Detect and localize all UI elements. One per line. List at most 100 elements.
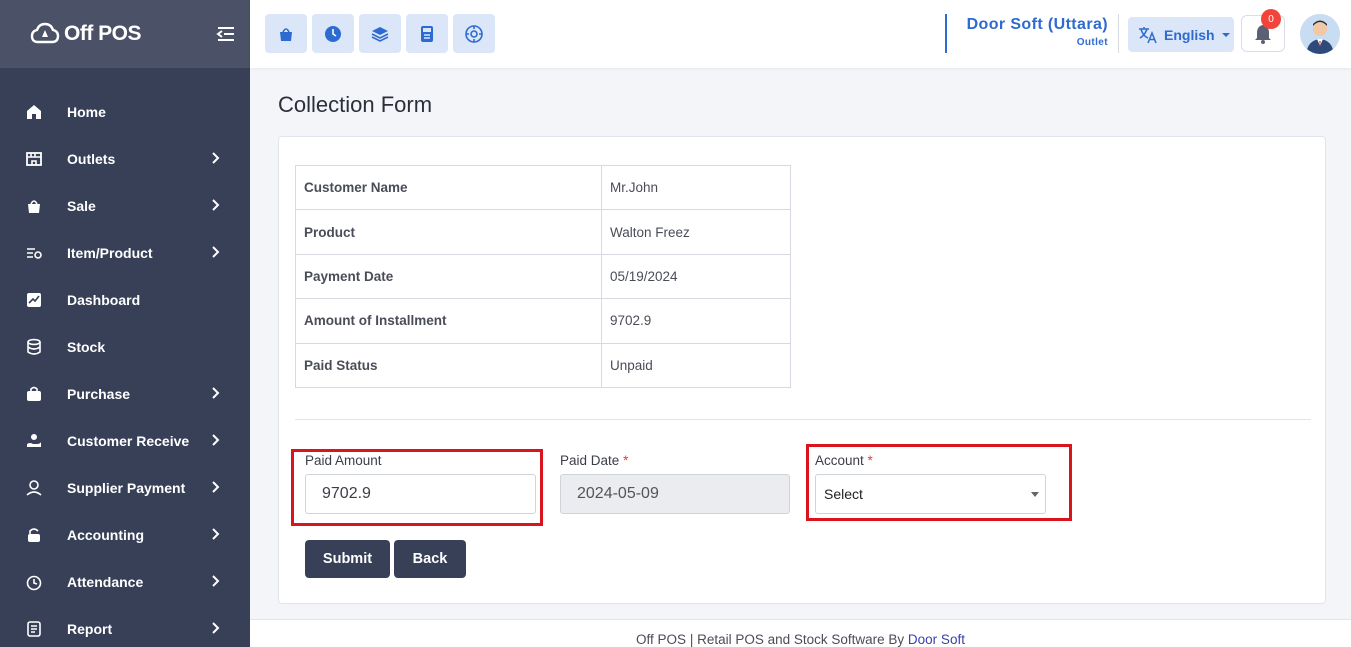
outlet-selector[interactable]: Door Soft (Uttara) Outlet bbox=[945, 14, 1110, 53]
quick-layers-button[interactable] bbox=[359, 14, 401, 53]
header-divider bbox=[1118, 14, 1119, 53]
collection-form-card: Customer Name Mr.John Product Walton Fre… bbox=[278, 136, 1326, 604]
sidebar: Off POS Home Outlets Sale Item/Product D… bbox=[0, 0, 250, 647]
section-divider bbox=[295, 419, 1311, 420]
required-mark: * bbox=[867, 453, 873, 468]
row-value: Walton Freez bbox=[601, 209, 791, 255]
sidebar-item-label: Outlets bbox=[67, 150, 116, 167]
language-dropdown[interactable]: English bbox=[1128, 17, 1234, 52]
row-label: Customer Name bbox=[295, 164, 602, 211]
notification-badge: 0 bbox=[1261, 9, 1281, 29]
account-label-text: Account bbox=[815, 453, 864, 468]
account-label: Account * bbox=[815, 453, 873, 468]
bag-icon bbox=[24, 384, 44, 404]
sidebar-item-label: Customer Receive bbox=[67, 432, 190, 449]
language-label: English bbox=[1164, 26, 1215, 43]
supplier-icon bbox=[24, 478, 44, 498]
dashboard-icon bbox=[465, 24, 483, 43]
brand-logo[interactable]: Off POS bbox=[30, 22, 142, 46]
avatar[interactable] bbox=[1300, 14, 1340, 54]
paid-amount-label-text: Paid Amount bbox=[305, 453, 382, 468]
footer-text: Off POS | Retail POS and Stock Software … bbox=[636, 632, 908, 647]
row-label: Paid Status bbox=[295, 342, 602, 388]
account-selected-value: Select bbox=[824, 486, 863, 502]
sidebar-item-customer-receive[interactable]: Customer Receive bbox=[0, 417, 250, 464]
sidebar-item-label: Stock bbox=[67, 338, 106, 355]
footer-link[interactable]: Door Soft bbox=[908, 632, 965, 647]
chevron-right-icon bbox=[212, 622, 220, 634]
outlet-subtitle: Outlet bbox=[1076, 37, 1108, 48]
sidebar-item-label: Purchase bbox=[67, 385, 131, 402]
sidebar-item-label: Attendance bbox=[67, 573, 144, 590]
sidebar-item-report[interactable]: Report bbox=[0, 605, 250, 647]
chart-icon bbox=[24, 290, 44, 310]
paid-amount-input[interactable]: 9702.9 bbox=[305, 474, 536, 514]
chevron-right-icon bbox=[212, 152, 220, 164]
required-mark: * bbox=[623, 453, 629, 468]
row-label: Product bbox=[295, 209, 602, 255]
clock-icon bbox=[24, 572, 44, 592]
cloud-logo-icon bbox=[30, 22, 60, 44]
submit-button[interactable]: Submit bbox=[305, 540, 390, 578]
row-label: Payment Date bbox=[295, 253, 602, 300]
paid-date-input[interactable]: 2024-05-09 bbox=[560, 474, 790, 514]
sidebar-item-dashboard[interactable]: Dashboard bbox=[0, 276, 250, 323]
sidebar-nav: Home Outlets Sale Item/Product Dashboard… bbox=[0, 68, 250, 647]
chevron-right-icon bbox=[212, 481, 220, 493]
sidebar-item-label: Dashboard bbox=[67, 291, 141, 308]
quick-attendance-button[interactable] bbox=[312, 14, 354, 53]
chevron-right-icon bbox=[212, 199, 220, 211]
basket-icon bbox=[24, 196, 44, 216]
sidebar-item-label: Sale bbox=[67, 197, 96, 214]
menu-collapse-icon[interactable] bbox=[216, 24, 236, 44]
top-header: Door Soft (Uttara) Outlet English 0 bbox=[250, 0, 1351, 68]
caret-down-icon bbox=[1221, 32, 1230, 37]
database-icon bbox=[24, 337, 44, 357]
page-title: Collection Form bbox=[278, 92, 433, 117]
row-value: Mr.John bbox=[601, 164, 791, 211]
sidebar-item-stock[interactable]: Stock bbox=[0, 323, 250, 370]
quick-sale-button[interactable] bbox=[265, 14, 307, 53]
table-row: Customer Name Mr.John bbox=[295, 164, 791, 211]
footer: Off POS | Retail POS and Stock Software … bbox=[250, 619, 1351, 647]
sidebar-item-label: Item/Product bbox=[67, 244, 153, 261]
sidebar-item-outlets[interactable]: Outlets bbox=[0, 135, 250, 182]
chevron-right-icon bbox=[212, 575, 220, 587]
lock-icon bbox=[24, 525, 44, 545]
sidebar-item-sale[interactable]: Sale bbox=[0, 182, 250, 229]
clock-icon bbox=[325, 25, 341, 42]
sidebar-item-attendance[interactable]: Attendance bbox=[0, 558, 250, 605]
translate-icon bbox=[1139, 26, 1157, 43]
paid-date-label-text: Paid Date bbox=[560, 453, 620, 468]
outlet-name: Door Soft (Uttara) bbox=[966, 16, 1108, 33]
chevron-right-icon bbox=[212, 434, 220, 446]
account-select[interactable]: Select bbox=[815, 474, 1046, 514]
table-row: Paid Status Unpaid bbox=[295, 342, 791, 388]
chevron-right-icon bbox=[212, 246, 220, 258]
list-icon bbox=[24, 243, 44, 263]
row-value: 9702.9 bbox=[601, 298, 791, 344]
chevron-right-icon bbox=[212, 528, 220, 540]
sidebar-item-purchase[interactable]: Purchase bbox=[0, 370, 250, 417]
table-row: Payment Date 05/19/2024 bbox=[295, 253, 791, 300]
sidebar-item-home[interactable]: Home bbox=[0, 88, 250, 135]
sidebar-item-label: Report bbox=[67, 620, 113, 637]
report-icon bbox=[24, 619, 44, 639]
brand-name: Off POS bbox=[64, 22, 142, 45]
quick-calculator-button[interactable] bbox=[406, 14, 448, 53]
store-icon bbox=[24, 149, 44, 169]
sidebar-item-label: Accounting bbox=[67, 526, 144, 543]
sidebar-item-label: Supplier Payment bbox=[67, 479, 186, 496]
sidebar-item-accounting[interactable]: Accounting bbox=[0, 511, 250, 558]
row-label: Amount of Installment bbox=[295, 298, 602, 344]
paid-date-value: 2024-05-09 bbox=[577, 485, 659, 502]
sidebar-item-label: Home bbox=[67, 103, 106, 120]
installment-info-table: Customer Name Mr.John Product Walton Fre… bbox=[295, 164, 791, 388]
calculator-icon bbox=[421, 25, 433, 42]
back-button[interactable]: Back bbox=[394, 540, 466, 578]
sidebar-item-item-product[interactable]: Item/Product bbox=[0, 229, 250, 276]
home-icon bbox=[24, 102, 44, 122]
sidebar-item-supplier-payment[interactable]: Supplier Payment bbox=[0, 464, 250, 511]
quick-dashboard-button[interactable] bbox=[453, 14, 495, 53]
paid-amount-label: Paid Amount bbox=[305, 453, 382, 468]
